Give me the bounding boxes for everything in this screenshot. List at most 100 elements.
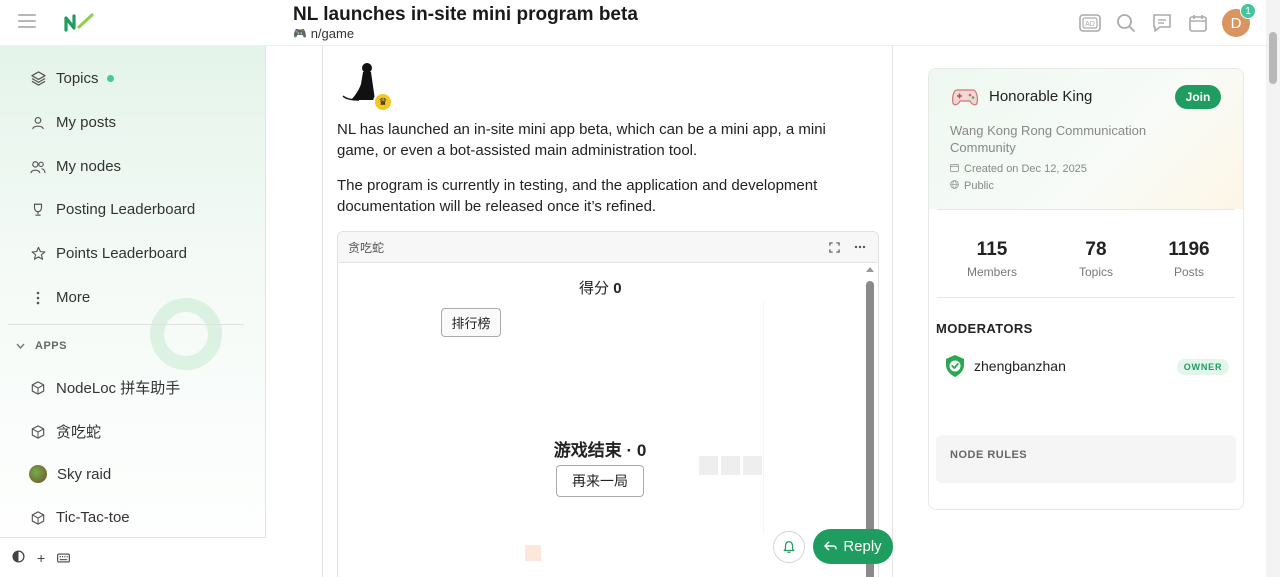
stat-posts: 1196 Posts: [1144, 239, 1234, 279]
cube-icon: [30, 424, 46, 440]
stat-value: 115: [976, 239, 1008, 260]
svg-text:AD: AD: [1085, 21, 1095, 28]
post-paragraph: NL has launched an in-site mini app beta…: [337, 121, 826, 159]
category-label: n/game: [310, 26, 355, 41]
more-horizontal-icon[interactable]: [852, 239, 868, 255]
stat-label: Topics: [1078, 265, 1113, 279]
apps-section-header[interactable]: APPS: [16, 340, 67, 352]
topic-title[interactable]: NL launches in-site mini program beta: [293, 4, 638, 26]
snake-game-area[interactable]: 得分 0 排行榜 游戏结束 · 0 再来一局: [338, 263, 878, 577]
sidebar: Topics My posts My nodes Posting Leaderb…: [0, 46, 266, 577]
sidebar-item-topics[interactable]: Topics: [30, 70, 114, 87]
scroll-up-arrow-icon[interactable]: [866, 267, 874, 272]
node-name[interactable]: Honorable King: [989, 88, 1092, 105]
sidebar-app-sky-raid[interactable]: Sky raid: [29, 465, 111, 483]
score-label: 得分: [579, 280, 610, 297]
node-info-panel: Honorable King Join Wang Kong Rong Commu…: [928, 68, 1244, 510]
sidebar-item-label: 贪吃蛇: [56, 424, 102, 441]
calendar-icon: [950, 163, 959, 175]
stat-label: Posts: [1173, 265, 1204, 279]
trophy-icon: [30, 202, 46, 218]
calendar-icon[interactable]: [1186, 10, 1210, 36]
hamburger-menu-icon[interactable]: [18, 14, 36, 30]
chevron-down-icon: [16, 340, 25, 352]
topic-category[interactable]: 🎮 n/game: [293, 26, 354, 41]
chat-icon[interactable]: [1150, 10, 1174, 36]
leaderboard-button[interactable]: 排行榜: [441, 308, 501, 337]
cube-icon: [30, 510, 46, 526]
board-edge: [763, 303, 764, 533]
scrollbar-thumb[interactable]: [1269, 32, 1277, 84]
sidebar-item-label: Sky raid: [57, 465, 112, 483]
created-date: Created on Dec 12, 2025: [964, 163, 1087, 175]
sidebar-divider: [8, 324, 244, 325]
new-activity-dot: [106, 75, 114, 82]
globe-icon: [950, 180, 959, 192]
post-author-avatar[interactable]: ♛: [337, 56, 393, 112]
stat-topics: 78 Topics: [1051, 239, 1141, 279]
stat-members: 115 Members: [947, 239, 1037, 279]
sidebar-item-label: NodeLoc 拼车助手: [56, 380, 181, 397]
crown-badge-icon: ♛: [373, 92, 393, 112]
user-avatar[interactable]: D 1: [1222, 3, 1256, 37]
stat-value: 1196: [1168, 239, 1210, 260]
sidebar-item-label: My nodes: [56, 158, 122, 175]
post-paragraph: The program is currently in testing, and…: [337, 177, 818, 215]
node-created: Created on Dec 12, 2025: [950, 163, 1087, 175]
sidebar-item-more[interactable]: More: [30, 289, 90, 306]
gamepad-icon: 🎮: [293, 28, 307, 40]
notification-bell-button[interactable]: [773, 531, 805, 563]
score-value: 0: [613, 280, 622, 297]
sidebar-app-snake[interactable]: 贪吃蛇: [30, 421, 101, 442]
mini-app-titlebar: 贪吃蛇: [338, 232, 878, 263]
mini-app-title: 贪吃蛇: [348, 240, 385, 255]
cube-icon: [30, 380, 46, 396]
node-description: Wang Kong Rong Communication Community: [950, 123, 1147, 155]
sidebar-item-my-posts[interactable]: My posts: [30, 114, 116, 131]
mini-app-embed: 贪吃蛇 得分 0 排行榜 游戏结束 · 0 再来一局: [337, 231, 879, 577]
sidebar-footer: +: [0, 537, 266, 577]
sidebar-item-label: Tic-Tac-toe: [56, 509, 130, 526]
add-icon[interactable]: +: [37, 550, 45, 566]
play-again-button[interactable]: 再来一局: [556, 465, 644, 497]
sidebar-item-posting-leaderboard[interactable]: Posting Leaderboard: [30, 201, 195, 218]
search-icon[interactable]: [1114, 10, 1138, 36]
moderators-header: MODERATORS: [936, 321, 1033, 336]
sidebar-item-label: More: [56, 289, 91, 306]
moderator-name[interactable]: zhengbanzhan: [974, 358, 1066, 374]
layers-icon: [30, 71, 46, 87]
app-avatar-icon: [29, 465, 47, 483]
keyboard-icon[interactable]: [57, 550, 71, 566]
sidebar-app-tic-tac-toe[interactable]: Tic-Tac-toe: [30, 509, 130, 526]
theme-toggle-icon[interactable]: [12, 549, 25, 566]
reply-label: Reply: [843, 538, 882, 555]
top-header: NL launches in-site mini program beta 🎮 …: [0, 0, 1280, 46]
gamepad-icon: [951, 87, 979, 107]
notification-badge[interactable]: 1: [1240, 3, 1256, 19]
page-scrollbar[interactable]: [1266, 0, 1280, 577]
sidebar-item-my-nodes[interactable]: My nodes: [30, 158, 121, 175]
shield-check-icon: [945, 354, 965, 378]
site-logo[interactable]: [62, 10, 96, 34]
stat-value: 78: [1085, 239, 1107, 260]
ad-icon[interactable]: AD: [1078, 10, 1102, 36]
game-over-text: 游戏结束 · 0: [553, 441, 647, 460]
panel-divider: [937, 209, 1235, 210]
owner-badge: OWNER: [1177, 359, 1229, 375]
reply-button[interactable]: Reply: [813, 529, 893, 564]
snake-food: [525, 545, 541, 561]
main-content: ♛ NL has launched an in-site mini app be…: [293, 46, 921, 577]
panel-divider: [937, 297, 1235, 298]
users-icon: [30, 159, 46, 175]
fullscreen-icon[interactable]: [826, 239, 842, 255]
star-icon: [30, 246, 46, 262]
node-rules-box[interactable]: NODE RULES: [936, 435, 1236, 483]
node-visibility: Public: [950, 180, 994, 192]
apps-header-label: APPS: [35, 340, 67, 352]
sidebar-app-nodeloc[interactable]: NodeLoc 拼车助手: [30, 377, 180, 398]
join-button[interactable]: Join: [1175, 85, 1221, 109]
avatar-letter: D: [1230, 14, 1242, 32]
sidebar-item-points-leaderboard[interactable]: Points Leaderboard: [30, 245, 187, 262]
visibility-label: Public: [964, 180, 994, 192]
sidebar-item-label: Points Leaderboard: [56, 245, 187, 262]
